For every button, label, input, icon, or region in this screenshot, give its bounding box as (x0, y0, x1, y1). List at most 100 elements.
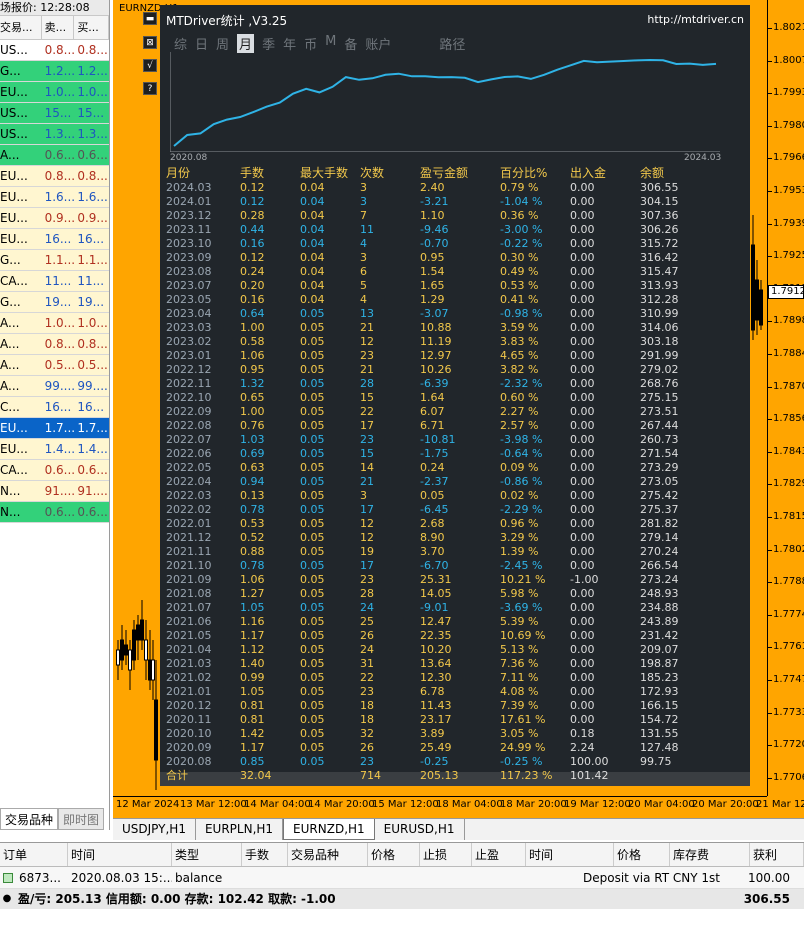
panel-tab[interactable]: 季 (262, 34, 275, 53)
list-item[interactable]: US... 15... 15... (0, 103, 109, 124)
lots-cell: 0.28 (240, 209, 265, 222)
list-item[interactable]: G... 1.1... 1.1... (0, 250, 109, 271)
list-item[interactable]: N... 0.6... 0.6... (0, 502, 109, 523)
list-item[interactable]: EU... 1.0... 1.0... (0, 82, 109, 103)
panel-tab[interactable]: 币 (304, 34, 317, 53)
list-item[interactable]: EU... 0.8... 0.8... (0, 166, 109, 187)
list-item[interactable]: EU... 16... 16... (0, 229, 109, 250)
chart-tab[interactable]: EURNZD,H1 (283, 819, 375, 840)
bid-column-header[interactable]: 卖... (42, 16, 75, 39)
list-item[interactable]: EU... 1.4... 1.4... (0, 439, 109, 460)
count-cell: 15 (360, 391, 374, 404)
tab-symbols[interactable]: 交易品种 (0, 808, 59, 830)
month-cell: 2023.01 (166, 349, 212, 362)
terminal-column-header[interactable]: 时间 (68, 843, 172, 866)
table-row: 2021.12 0.52 0.05 12 8.90 3.29 % 0.00 279.14 (160, 531, 750, 545)
list-item[interactable]: A... 0.8... 0.8... (0, 334, 109, 355)
candle (132, 620, 136, 670)
chart-tab[interactable]: EURUSD,H1 (375, 819, 465, 840)
list-item[interactable]: US... 0.8... 0.8... (0, 40, 109, 61)
terminal-column-header[interactable]: 库存费 (670, 843, 750, 866)
percent-cell: 10.69 % (500, 629, 546, 642)
list-item[interactable]: EU... 1.6... 1.6... (0, 187, 109, 208)
balance-cell: 270.24 (640, 545, 679, 558)
bid-price: 1.3... (44, 127, 75, 141)
panel-tab[interactable]: 账户 (365, 34, 391, 53)
table-row: 2020.09 1.17 0.05 26 25.49 24.99 % 2.24 127.48 (160, 741, 750, 755)
chart-tab[interactable]: USDJPY,H1 (113, 819, 196, 840)
list-item[interactable]: CA... 0.6... 0.6... (0, 460, 109, 481)
deposit-withdraw-cell: 0.00 (570, 461, 595, 474)
terminal-column-header[interactable]: 交易品种 (288, 843, 368, 866)
percent-cell: 2.57 % (500, 419, 539, 432)
list-item[interactable]: EU... 1.7... 1.7... (0, 418, 109, 439)
terminal-column-header[interactable]: 止损 (420, 843, 472, 866)
ask-column-header[interactable]: 买... (74, 16, 109, 39)
lots-cell: 0.12 (240, 181, 265, 194)
terminal-column-header[interactable]: 手数 (242, 843, 288, 866)
panel-tab[interactable]: 周 (216, 34, 229, 53)
tab-tick-chart[interactable]: 即时图 (58, 808, 105, 830)
ask-price: 0.5... (77, 358, 108, 372)
panel-tab[interactable]: 年 (283, 34, 296, 53)
count-cell: 25 (360, 615, 374, 628)
list-item[interactable]: A... 0.6... 0.6... (0, 145, 109, 166)
percent-cell: 5.98 % (500, 587, 539, 600)
help-button[interactable]: ? (143, 82, 157, 95)
price-axis-label: 1.77060 (773, 771, 804, 783)
symbol-column-header[interactable]: 交易... (0, 16, 42, 39)
terminal-column-header[interactable]: 时间 (526, 843, 614, 866)
bid-price: 99.... (44, 379, 75, 393)
total-profit: 205.13 (420, 769, 459, 782)
count-cell: 19 (360, 545, 374, 558)
price-axis-label: 1.77475 (773, 674, 804, 685)
panel-tab[interactable]: 路径 (439, 34, 465, 53)
table-row[interactable]: 6873... 2020.08.03 15:... balance Deposi… (0, 867, 804, 889)
price-chart[interactable]: EURNZD,H1 ▬ ⊠ √ ? MTDriver统计 ,V3.25 http… (113, 0, 804, 818)
list-item[interactable]: N... 91.... 91.... (0, 481, 109, 502)
deposit-withdraw-cell: 0.00 (570, 321, 595, 334)
list-item[interactable]: EU... 0.9... 0.9... (0, 208, 109, 229)
panel-url-link[interactable]: http://mtdriver.cn (647, 13, 744, 26)
list-item[interactable]: A... 1.0... 1.0... (0, 313, 109, 334)
price-axis-label: 1.78020 (773, 543, 804, 555)
profit-cell: 6.78 (420, 685, 445, 698)
chart-tab[interactable]: EURPLN,H1 (196, 819, 284, 840)
minimize-panel-button[interactable]: ▬ (143, 12, 157, 25)
max-lots-cell: 0.05 (300, 335, 325, 348)
price-axis-tick (767, 582, 772, 584)
max-lots-cell: 0.05 (300, 447, 325, 460)
list-item[interactable]: G... 1.2... 1.2... (0, 61, 109, 82)
balance-cell: 248.93 (640, 587, 679, 600)
deposit-withdraw-cell: 0.00 (570, 307, 595, 320)
percent-cell: 7.39 % (500, 699, 539, 712)
terminal-column-header[interactable]: 止盈 (472, 843, 526, 866)
month-cell: 2023.08 (166, 265, 212, 278)
check-button[interactable]: √ (143, 59, 157, 72)
toggle-panel-button[interactable]: ⊠ (143, 36, 157, 49)
list-item[interactable]: C... 16... 16... (0, 397, 109, 418)
candle (755, 260, 759, 335)
percent-cell: -3.69 % (500, 601, 543, 614)
terminal-column-header[interactable]: 价格 (614, 843, 670, 866)
panel-tab[interactable]: 日 (195, 34, 208, 53)
list-item[interactable]: G... 19... 19... (0, 292, 109, 313)
table-row: 2023.01 1.06 0.05 23 12.97 4.65 % 0.00 291.99 (160, 349, 750, 363)
panel-tab[interactable]: M (325, 34, 336, 53)
panel-tab[interactable]: 月 (237, 34, 255, 53)
terminal-column-header[interactable]: 订单 (0, 843, 68, 866)
panel-tab[interactable]: 备 (344, 34, 357, 53)
col-percent: 百分比% (500, 166, 548, 180)
symbol-name: EU... (0, 190, 28, 204)
ask-price: 19... (77, 295, 105, 309)
list-item[interactable]: US... 1.3... 1.3... (0, 124, 109, 145)
terminal-column-header[interactable]: 价格 (368, 843, 420, 866)
list-item[interactable]: CA... 11... 11... (0, 271, 109, 292)
panel-tab[interactable]: 综 (174, 34, 187, 53)
bid-price: 0.6... (44, 505, 75, 519)
lots-cell: 1.32 (240, 377, 265, 390)
terminal-column-header[interactable]: 类型 (172, 843, 242, 866)
list-item[interactable]: A... 0.5... 0.5... (0, 355, 109, 376)
terminal-column-header[interactable]: 获利 (750, 843, 804, 866)
list-item[interactable]: A... 99.... 99.... (0, 376, 109, 397)
